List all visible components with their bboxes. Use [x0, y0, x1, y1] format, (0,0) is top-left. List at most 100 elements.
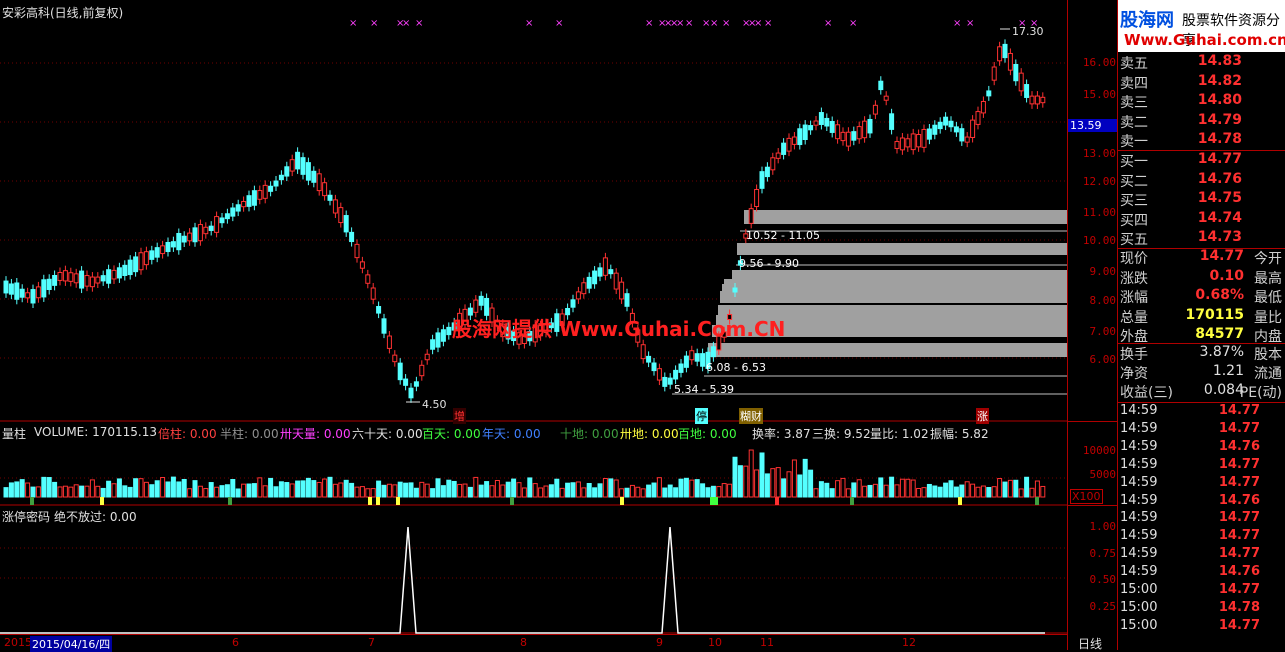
- volume-bar: [781, 478, 787, 498]
- stats-value: 3.87%: [1199, 344, 1244, 360]
- signal-marker: ×: [754, 18, 762, 29]
- volume-bar: [73, 484, 79, 498]
- tick-time: 14:59: [1120, 564, 1158, 580]
- ask-row[interactable]: 卖五 14.83: [1118, 53, 1285, 72]
- volume-bar: [419, 481, 425, 498]
- indicator-tick: 0.75: [1089, 547, 1117, 560]
- volume-bar: [883, 484, 889, 498]
- candle-body: [646, 355, 652, 363]
- logo-url: Www.Guhai.com.cn: [1124, 31, 1285, 49]
- volume-bar: [295, 480, 301, 498]
- volume-bar: [197, 485, 203, 498]
- candle-body: [980, 100, 986, 114]
- chip-range-3: 6.08 - 6.53: [706, 361, 766, 374]
- candle-body: [79, 270, 85, 289]
- ask-row[interactable]: 卖三 14.80: [1118, 92, 1285, 111]
- volume-bar: [505, 481, 511, 498]
- volume-bar: [235, 488, 241, 498]
- candle-body: [926, 128, 932, 140]
- volume-bar: [327, 476, 333, 498]
- bid-row[interactable]: 买一 14.77: [1118, 151, 1285, 170]
- ask-row[interactable]: 卖四 14.82: [1118, 73, 1285, 92]
- volume-signal: [376, 497, 380, 505]
- candle-body: [435, 332, 441, 348]
- indicator-tick: 0.50: [1089, 573, 1117, 586]
- book-label: 买一: [1120, 154, 1148, 170]
- candle-body: [338, 207, 344, 224]
- candle-body: [246, 195, 252, 207]
- volume-bar: [980, 485, 986, 498]
- volume-bar: [440, 485, 446, 498]
- bid-row[interactable]: 买二 14.76: [1118, 171, 1285, 190]
- volume-bar: [592, 487, 598, 498]
- quote-row: 涨跌 0.10 最高: [1118, 268, 1285, 287]
- stats-row: 收益(三) 0.084 PE(动): [1118, 382, 1285, 401]
- volume-header-sanhuan: 三换: 9.52: [812, 427, 871, 441]
- volume-bar: [332, 483, 338, 498]
- bid-row[interactable]: 买四 14.74: [1118, 210, 1285, 229]
- candle-body: [359, 261, 365, 269]
- kline-chart-area[interactable]: × × × × × × × × × × × × × × × × × × × × × × × × × × 安彩高科(日线,前复权) …: [0, 0, 1067, 652]
- volume-bar: [737, 465, 743, 498]
- bid-row[interactable]: 买五 14.73: [1118, 229, 1285, 248]
- volume-bar: [187, 488, 193, 498]
- candle-body: [840, 131, 846, 142]
- volume-bar: [964, 481, 970, 498]
- ask-row[interactable]: 卖一 14.78: [1118, 131, 1285, 150]
- date-axis-start: 2015: [4, 636, 32, 649]
- volume-bar: [35, 486, 41, 498]
- book-label: 买二: [1120, 173, 1148, 190]
- volume-bar: [700, 483, 706, 498]
- candle-body: [640, 344, 646, 360]
- price-tick: 12.00: [1082, 175, 1116, 188]
- volume-signal: [620, 497, 624, 505]
- volume-bar: [1007, 479, 1013, 498]
- stats-value: 0.084: [1203, 382, 1244, 398]
- price-axis[interactable]: 16.00 15.00 13.59 13.00 12.00 11.00 10.0…: [1067, 0, 1118, 652]
- volume-bar: [862, 485, 868, 498]
- ask-row[interactable]: 卖二 14.79: [1118, 112, 1285, 131]
- tick-price: 14.77: [1218, 617, 1260, 633]
- candle-body: [932, 124, 938, 135]
- volume-bar: [570, 482, 576, 498]
- volume-bar: [3, 487, 9, 498]
- month-6: 6: [232, 636, 239, 649]
- candle-body: [948, 120, 954, 128]
- candle-body: [203, 226, 209, 235]
- month-9: 9: [656, 636, 663, 649]
- volume-bar: [1018, 488, 1024, 498]
- volume-bar: [89, 479, 95, 498]
- candle-body: [197, 224, 203, 242]
- candle-body: [89, 276, 95, 288]
- volume-bar: [500, 484, 506, 498]
- volume-bar: [111, 483, 117, 498]
- candle-body: [327, 194, 333, 201]
- candle-body: [381, 318, 387, 334]
- signal-marker: ×: [722, 18, 730, 29]
- candle-body: [160, 245, 166, 255]
- candle-body: [770, 157, 776, 171]
- volume-bar: [349, 482, 355, 498]
- volume-bar: [921, 487, 927, 498]
- candle-body: [392, 354, 398, 363]
- price-tick: 6.00: [1089, 353, 1117, 366]
- volume-bar: [430, 488, 436, 498]
- volume-bar: [948, 480, 954, 498]
- tick-row: 14:59 14.76: [1118, 493, 1285, 511]
- volume-bar: [867, 484, 873, 498]
- tick-row: 15:00 14.78: [1118, 600, 1285, 618]
- volume-bar: [511, 478, 517, 498]
- date-axis[interactable]: 2015 2015/04/16/四 6 7 8 9 10 11 12: [0, 634, 1067, 652]
- volume-bar: [138, 478, 144, 498]
- volume-bar: [770, 468, 776, 498]
- volume-bar: [316, 481, 322, 498]
- bid-row[interactable]: 买三 14.75: [1118, 190, 1285, 209]
- signal-marker: ×: [349, 18, 357, 29]
- volume-bar: [251, 483, 257, 498]
- period-label[interactable]: 日线: [1078, 635, 1102, 652]
- volume-bar: [673, 487, 679, 498]
- candle-body: [224, 213, 230, 220]
- volume-bar: [457, 483, 463, 498]
- tick-time: 15:00: [1120, 599, 1158, 615]
- stats-value: 1.21: [1212, 363, 1244, 379]
